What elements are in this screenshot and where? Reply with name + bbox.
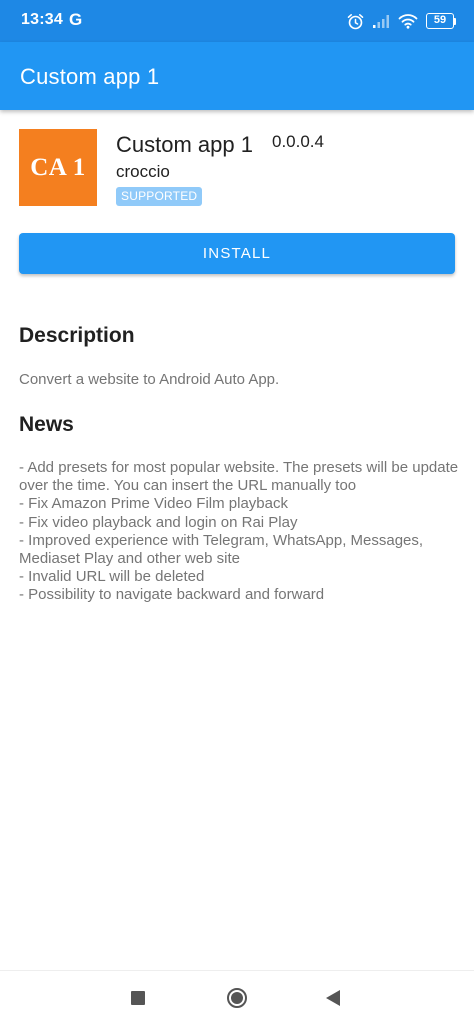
news-item: - Invalid URL will be deleted: [19, 568, 205, 586]
app-developer: croccio: [116, 162, 170, 181]
alarm-icon: [347, 13, 364, 29]
news-item: - Add presets for most popular website. …: [19, 459, 459, 495]
page-title: Custom app 1: [20, 64, 160, 89]
news-item: - Improved experience with Telegram, Wha…: [19, 531, 424, 568]
status-time: 13:34: [21, 11, 63, 28]
app-version: 0.0.0.4: [272, 132, 324, 151]
battery-tip: [454, 17, 456, 25]
news-item: - Possibility to navigate backward and f…: [19, 586, 325, 604]
news-list: - Add presets for most popular website. …: [19, 459, 459, 605]
recents-square-icon[interactable]: [131, 991, 145, 1005]
status-icons: 59: [347, 11, 456, 31]
status-bar: 13:34 G 59: [0, 0, 474, 42]
news-item: - Fix Amazon Prime Video Film playback: [19, 495, 288, 513]
news-heading: News: [19, 413, 74, 436]
news-item: - Fix video playback and login on Rai Pl…: [19, 513, 298, 531]
battery-icon: 59: [426, 13, 456, 29]
app-bar: Custom app 1: [0, 42, 474, 110]
description-heading: Description: [19, 324, 135, 347]
signal-icon: [373, 14, 389, 28]
home-circle-icon[interactable]: [227, 988, 247, 1008]
install-button[interactable]: INSTALL: [19, 233, 455, 274]
wifi-icon: [398, 14, 418, 29]
supported-badge: SUPPORTED: [116, 187, 203, 206]
description-text: Convert a website to Android Auto App.: [19, 371, 280, 388]
app-icon-label: CA 1: [30, 153, 86, 181]
app-name: Custom app 1: [116, 132, 253, 157]
battery-level: 59: [426, 13, 454, 29]
back-triangle-icon[interactable]: [326, 990, 340, 1006]
google-icon: G: [69, 10, 83, 29]
app-icon: CA 1: [19, 129, 97, 206]
